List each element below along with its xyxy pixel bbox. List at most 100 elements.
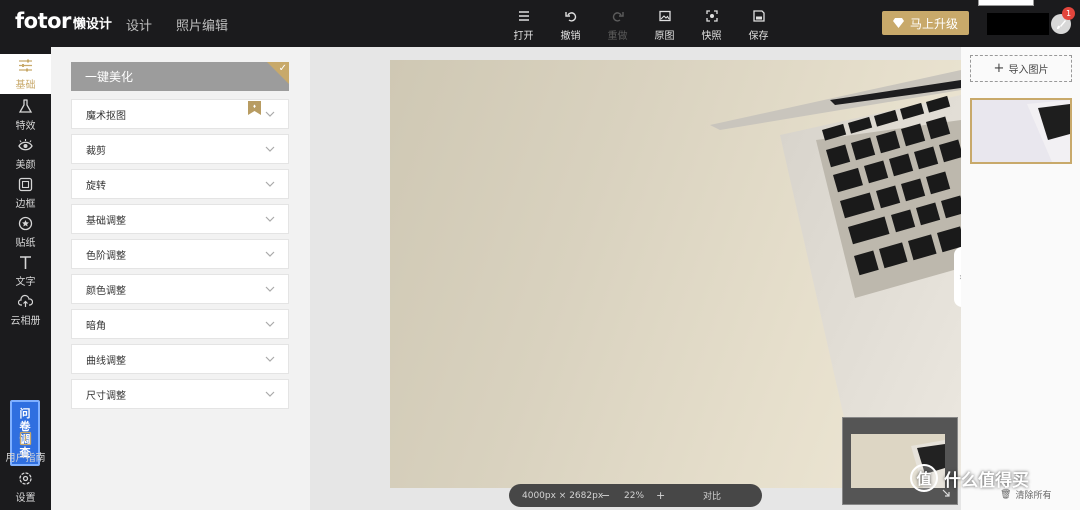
rail-cloud-label: 云相册	[10, 316, 41, 327]
accordion-label: 色阶调整	[86, 250, 126, 262]
rail-effects-label: 特效	[15, 121, 36, 132]
zoom-bar: 4000px × 2682px − 22% + 对比	[509, 484, 762, 507]
tooltip	[978, 0, 1034, 6]
rail-beauty[interactable]: 美颜	[0, 138, 51, 176]
cloud-upload-icon	[18, 294, 33, 307]
accordion-crop[interactable]: 裁剪	[71, 134, 289, 164]
rail-frame-label: 边框	[15, 199, 36, 210]
nav-design[interactable]: 设计	[126, 15, 152, 34]
chevron-down-icon	[265, 356, 275, 362]
check-icon: ✓	[278, 63, 287, 74]
open-label: 打开	[513, 31, 534, 42]
brand-subtitle: 懒设计	[72, 17, 112, 32]
import-image-button[interactable]: + 导入图片	[970, 55, 1072, 82]
chevron-down-icon	[265, 146, 275, 152]
rail-sticker[interactable]: 贴纸	[0, 216, 51, 254]
undo-button[interactable]: 撤销	[547, 10, 594, 42]
upgrade-label: 马上升级	[909, 16, 958, 31]
flask-icon	[18, 99, 33, 113]
chevron-down-icon	[265, 181, 275, 187]
accordion-label: 颜色调整	[86, 285, 126, 297]
eye-icon	[18, 139, 33, 151]
redo-icon	[612, 12, 624, 22]
one-click-enhance-label: 一键美化	[85, 70, 134, 84]
brand-name: fotor	[15, 9, 71, 33]
original-button[interactable]: 原图	[641, 10, 688, 42]
snapshot-button[interactable]: 快照	[688, 10, 735, 42]
accordion-label: 裁剪	[86, 145, 106, 157]
save-button[interactable]: 保存	[735, 10, 782, 42]
accordion-curves[interactable]: 曲线调整	[71, 344, 289, 374]
rail-frame[interactable]: 边框	[0, 177, 51, 215]
rail-effects[interactable]: 特效	[0, 99, 51, 137]
right-panel: + 导入图片 🗑 清除所有	[961, 47, 1080, 510]
rail-guide[interactable]: 用户指南	[0, 431, 51, 469]
save-icon	[752, 10, 765, 22]
accordion-label: 暗角	[86, 320, 106, 332]
accordion-basic-adjust[interactable]: 基础调整	[71, 204, 289, 234]
image-thumbnail[interactable]	[970, 98, 1072, 164]
guide-icon	[19, 431, 32, 446]
chevron-down-icon	[265, 216, 275, 222]
nav-photo-edit[interactable]: 照片编辑	[176, 15, 228, 34]
sliders-icon	[19, 59, 32, 72]
rail-cloud[interactable]: 云相册	[0, 294, 51, 332]
accordion-resize[interactable]: 尺寸调整	[71, 379, 289, 409]
original-label: 原图	[654, 31, 675, 42]
accordion-label: 基础调整	[86, 215, 126, 227]
snapshot-icon	[705, 10, 718, 22]
watermark-text: 什么值得买	[944, 470, 1029, 491]
logo[interactable]: fotor 懒设计	[15, 9, 112, 35]
accordion-vignette[interactable]: 暗角	[71, 309, 289, 339]
watermark-logo-icon: 值	[910, 464, 938, 492]
redo-button[interactable]: 重做	[594, 10, 641, 42]
chevron-down-icon	[265, 321, 275, 327]
accordion-label: 曲线调整	[86, 355, 126, 367]
one-click-enhance-button[interactable]: 一键美化 ✓	[71, 62, 289, 91]
undo-label: 撤销	[560, 31, 581, 42]
plus-icon: +	[993, 61, 1005, 76]
snapshot-label: 快照	[701, 31, 722, 42]
zoom-in-button[interactable]: +	[656, 489, 665, 502]
vip-badge-icon	[248, 101, 261, 115]
redo-label: 重做	[607, 31, 628, 42]
rail-basic[interactable]: 基础	[0, 54, 51, 94]
accordion-color[interactable]: 颜色调整	[71, 274, 289, 304]
canvas-area: › 4000px × 2682px − 22% + 对比	[310, 47, 968, 510]
rail-basic-label: 基础	[15, 80, 36, 91]
rail-text[interactable]: 文字	[0, 255, 51, 293]
open-button[interactable]: 打开	[500, 10, 547, 42]
zoom-level: 22%	[624, 490, 645, 501]
top-nav: 设计 照片编辑	[126, 15, 228, 34]
undo-icon	[564, 12, 576, 22]
image-dimensions: 4000px × 2682px	[522, 490, 604, 501]
notification-badge: 1	[1062, 7, 1075, 20]
left-rail: 基础 特效 美颜 边框 贴纸 文字 云相册 问卷调查 用户指南 设置	[0, 47, 51, 510]
rail-settings[interactable]: 设置	[0, 471, 51, 509]
rail-settings-label: 设置	[15, 493, 36, 504]
accordion-label: 尺寸调整	[86, 390, 126, 402]
rail-text-label: 文字	[15, 277, 36, 288]
import-image-label: 导入图片	[1008, 65, 1049, 76]
tool-panel: 一键美化 ✓ 魔术抠图 裁剪 旋转 基础调整 色阶调整 颜色调整 暗角 曲线调整…	[51, 47, 310, 510]
chevron-down-icon	[265, 391, 275, 397]
frame-icon	[18, 177, 33, 192]
zoom-out-button[interactable]: −	[601, 489, 610, 502]
accordion-label: 旋转	[86, 180, 106, 192]
upgrade-button[interactable]: 马上升级	[882, 11, 969, 35]
watermark: 值 什么值得买	[910, 464, 1029, 492]
top-bar: fotor 懒设计 设计 照片编辑 打开 撤销 重做 原图 快照 保存 马上升级…	[0, 0, 1080, 47]
accordion-magic-cutout[interactable]: 魔术抠图	[71, 99, 289, 129]
image-icon	[658, 10, 671, 22]
compare-button[interactable]: 对比	[703, 489, 721, 502]
rail-guide-label: 用户指南	[5, 453, 46, 464]
chevron-down-icon	[265, 111, 275, 117]
save-label: 保存	[748, 31, 769, 42]
accordion-levels[interactable]: 色阶调整	[71, 239, 289, 269]
accordion-rotate[interactable]: 旋转	[71, 169, 289, 199]
accordion-label: 魔术抠图	[86, 110, 126, 122]
account-name[interactable]	[987, 13, 1049, 35]
diamond-icon	[892, 18, 904, 28]
sticker-icon	[18, 216, 33, 231]
brush-icon	[1056, 19, 1066, 29]
